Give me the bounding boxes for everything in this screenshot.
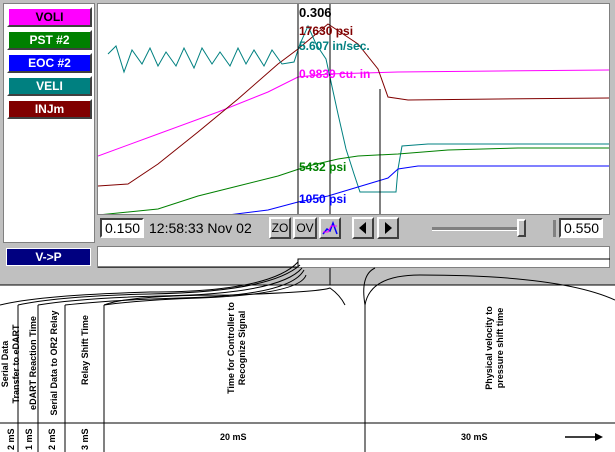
segment-label-physical-velocity: Physical velocity to pressure shift time [484,306,505,390]
legend-voli-button[interactable]: VOLI [7,7,92,27]
segment-label-relay-shift: Relay Shift Time [80,315,90,385]
trace-pst2 [102,147,609,214]
duration-serial-or2: 2 mS [47,428,57,450]
cursor-time-readout: 0.306 [299,5,332,20]
eoc2-readout: 1050 psi [299,192,347,206]
duration-controller: 20 mS [220,432,247,442]
veli-readout: 5.607 in/sec. [299,39,370,53]
trace-plot[interactable]: 0.306 17630 psi 5.607 in/sec. 0.9839 cu.… [97,3,610,215]
trace-plot-svg [98,4,609,214]
chart-icon [322,220,338,235]
duration-serial-transfer: 2 mS [6,428,16,450]
legend-injm-button[interactable]: INJm [7,99,92,119]
overlay-button[interactable]: OV [293,217,317,239]
timestamp-label: 12:58:33 Nov 02 [149,220,252,236]
triangle-right-icon [385,222,392,234]
event-vp-button[interactable]: V->P [6,248,91,266]
injm-readout: 17630 psi [299,24,354,38]
duration-physical-velocity: 30 mS [461,432,488,442]
segment-label-serial-transfer: Serial Data Transfer to eDART [0,324,21,404]
zoom-out-button[interactable]: ZO [269,217,291,239]
prev-button[interactable] [352,217,374,239]
trace-voli [98,69,609,157]
pst2-readout: 5432 psi [299,160,347,174]
legend-veli-button[interactable]: VELI [7,76,92,96]
time-slider-thumb[interactable] [517,219,526,237]
next-button[interactable] [377,217,399,239]
separator [553,220,556,237]
chart-icon-button[interactable] [319,217,341,239]
trace-window: VOLI PST #2 EOC #2 VELI INJm 0.306 17630… [0,0,615,285]
segment-label-edart-reaction: eDART Reaction Time [28,316,38,410]
legend-eoc2-button[interactable]: EOC #2 [7,53,92,73]
event-strip [97,246,610,268]
segment-label-serial-or2: Serial Data to OR2 Relay [49,310,59,416]
triangle-left-icon [359,222,366,234]
legend-pst2-button[interactable]: PST #2 [7,30,92,50]
time-slider-track[interactable] [432,227,522,231]
toolbar: 0.150 12:58:33 Nov 02 ZO OV 0.550 [97,216,610,241]
start-time-field[interactable]: 0.150 [100,218,144,238]
duration-edart-reaction: 1 mS [24,428,34,450]
duration-relay-shift: 3 mS [80,428,90,450]
legend-panel: VOLI PST #2 EOC #2 VELI INJm [3,3,95,243]
end-time-field[interactable]: 0.550 [559,218,603,238]
voli-readout: 0.9839 cu. in [299,67,371,81]
segment-label-controller: Time for Controller to Recognize Signal [226,302,247,394]
